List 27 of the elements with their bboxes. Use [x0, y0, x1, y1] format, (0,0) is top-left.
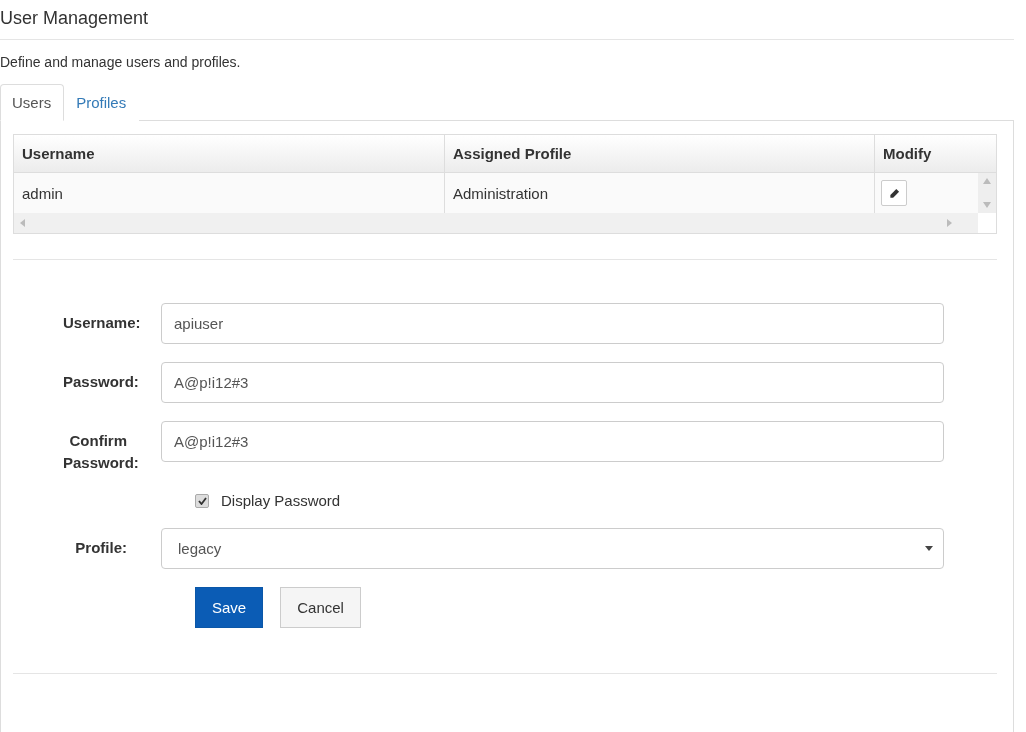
text-field[interactable]: A@p!i12#3: [161, 362, 944, 403]
column-header[interactable]: Modify: [874, 135, 996, 173]
edit-button[interactable]: [881, 180, 907, 206]
page-title: User Management: [0, 0, 1014, 40]
table-cell: Administration: [444, 173, 874, 213]
scroll-down-arrow-icon[interactable]: [983, 202, 991, 208]
pencil-icon: [888, 187, 900, 199]
scroll-right-arrow-icon[interactable]: [947, 219, 952, 227]
field-label: Confirm Password:: [62, 431, 140, 473]
table-cell: admin: [14, 173, 444, 213]
text-field[interactable]: A@p!i12#3: [161, 421, 944, 462]
caret-icon: [925, 546, 933, 551]
vertical-scrollbar[interactable]: [978, 173, 996, 213]
page-description: Define and manage users and profiles.: [0, 54, 242, 70]
column-header[interactable]: Assigned Profile: [444, 135, 874, 173]
text-field[interactable]: apiuser: [161, 303, 944, 344]
field-label: Password:: [62, 372, 140, 392]
field-label: Profile:: [74, 538, 128, 558]
save-button[interactable]: Save: [195, 587, 264, 628]
profile-select[interactable]: legacy: [161, 528, 944, 569]
field-label: Username:: [62, 313, 142, 333]
cancel-button[interactable]: Cancel: [280, 587, 361, 628]
checkbox[interactable]: [195, 493, 209, 508]
scroll-up-arrow-icon[interactable]: [983, 178, 991, 184]
checkbox-label: Display Password: [221, 492, 341, 509]
tab[interactable]: Users: [0, 84, 65, 121]
scroll-left-arrow-icon[interactable]: [20, 219, 25, 227]
